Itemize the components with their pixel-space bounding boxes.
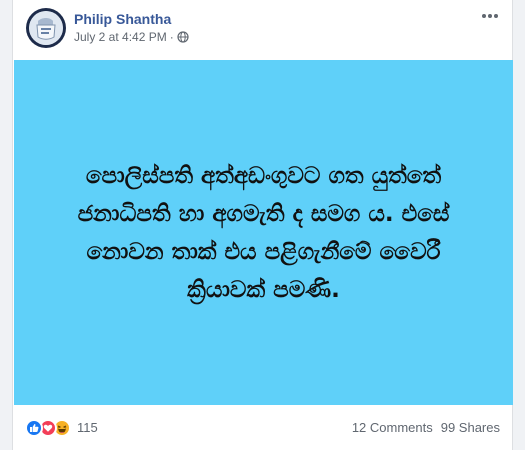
comments-link[interactable]: 12 Comments xyxy=(352,420,433,435)
globe-icon[interactable] xyxy=(177,31,189,43)
post-meta: July 2 at 4:42 PM · xyxy=(74,30,189,44)
post-text-line: නොවන තාක් එය පළිගැනීමේ වෛරී xyxy=(86,238,441,265)
avatar[interactable] xyxy=(26,8,66,48)
post-header: Philip Shantha July 2 at 4:42 PM · xyxy=(13,0,512,60)
avatar-figure-icon xyxy=(29,11,63,45)
engagement-stats: 12 Comments 99 Shares xyxy=(352,420,500,435)
profile-picture xyxy=(29,11,63,45)
author-name[interactable]: Philip Shantha xyxy=(74,11,171,27)
post-text-background[interactable]: පොලිස්පති අත්අඩංගුවට ගත යුත්තේ ජනාධිපති … xyxy=(14,60,513,405)
post-text-line: ක්‍රියාවක් පමණි. xyxy=(187,276,340,303)
post-text: පොලිස්පති අත්අඩංගුවට ගත යුත්තේ ජනාධිපති … xyxy=(78,157,450,309)
meta-separator: · xyxy=(169,30,174,44)
post-footer: 115 12 Comments 99 Shares xyxy=(13,405,512,450)
post-timestamp[interactable]: July 2 at 4:42 PM xyxy=(74,30,167,44)
more-options-icon[interactable] xyxy=(478,8,502,24)
like-icon xyxy=(25,418,43,437)
post-text-line: ජනාධිපති හා අගමැති ද සමග ය. එසේ xyxy=(77,200,450,227)
reaction-count: 115 xyxy=(77,420,98,435)
reactions-summary[interactable]: 115 xyxy=(25,418,98,437)
post-card: Philip Shantha July 2 at 4:42 PM · පොලිස… xyxy=(12,0,513,450)
shares-link[interactable]: 99 Shares xyxy=(441,420,500,435)
post-text-line: පොලිස්පති අත්අඩංගුවට ගත යුත්තේ xyxy=(85,162,442,189)
